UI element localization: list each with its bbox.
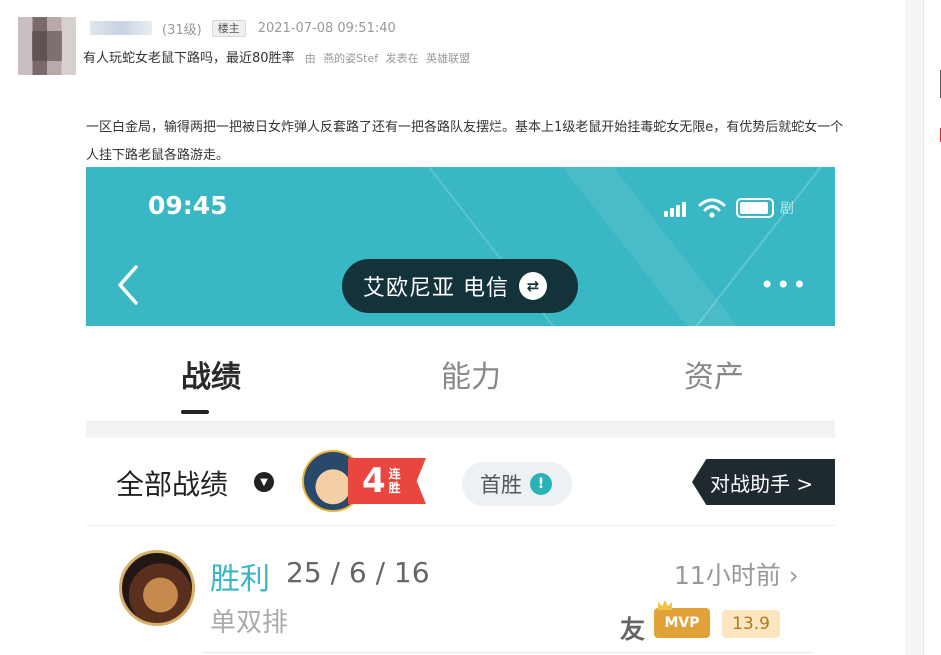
post-title[interactable]: 有人玩蛇女老鼠下路吗，最近80胜率 bbox=[83, 51, 295, 66]
forum-link[interactable]: 英雄联盟 bbox=[426, 52, 470, 65]
match-result: 胜利 bbox=[210, 562, 270, 597]
swap-icon: ⇄ bbox=[519, 272, 547, 300]
friend-tag: 友 bbox=[620, 615, 646, 644]
tab-active-indicator bbox=[181, 410, 209, 414]
avatar[interactable] bbox=[18, 17, 76, 75]
username-blurred[interactable] bbox=[90, 21, 152, 35]
champion-avatar bbox=[119, 550, 195, 626]
user-level: (31级) bbox=[162, 22, 202, 38]
chevron-left-icon[interactable] bbox=[114, 263, 144, 307]
op-badge: 楼主 bbox=[211, 19, 246, 37]
watermark-text: 剧 bbox=[780, 201, 794, 217]
first-win-label: 首胜 bbox=[480, 473, 522, 497]
streak-number: 4 bbox=[362, 461, 386, 501]
chevron-down-icon[interactable]: ▼ bbox=[254, 472, 274, 492]
mvp-badge: MVP bbox=[654, 608, 710, 638]
match-score: 13.9 bbox=[722, 610, 780, 638]
status-icons: 剧 bbox=[664, 197, 794, 219]
post-source: 由 燕的姿Stef 发表在 英雄联盟 bbox=[305, 52, 474, 65]
post-title-row: 有人玩蛇女老鼠下路吗，最近80胜率 由 燕的姿Stef 发表在 英雄联盟 bbox=[83, 47, 474, 66]
header-decoration bbox=[551, 167, 781, 326]
filter-row: 全部战绩 ▼ 4 连胜 首胜 ! 对战助手 > bbox=[86, 438, 835, 526]
posted-in-label: 发表在 bbox=[385, 52, 419, 65]
post-body: 一区白金局，输得两把一把被日女炸弹人反套路了还有一把各路队友摆烂。基本上1级老鼠… bbox=[86, 120, 844, 163]
tab-bar: 战绩 能力 资产 bbox=[86, 326, 835, 422]
app-header: 09:45 剧 艾欧尼亚 电信 ⇄ ••• bbox=[86, 167, 835, 326]
row-divider bbox=[202, 652, 812, 653]
match-kda: 25 / 6 / 16 bbox=[286, 556, 430, 589]
battle-assistant-button[interactable]: 对战助手 > bbox=[692, 459, 835, 505]
more-icon[interactable]: ••• bbox=[760, 273, 808, 297]
embedded-screenshot: 09:45 剧 艾欧尼亚 电信 ⇄ ••• 战绩 能力 资产 全部战绩 ▼ 4 … bbox=[86, 167, 835, 655]
right-sidebar-edge bbox=[923, 0, 941, 655]
win-streak-badge: 4 连胜 bbox=[302, 450, 426, 512]
info-icon: ! bbox=[530, 473, 552, 495]
wifi-icon bbox=[698, 198, 726, 218]
status-clock: 09:45 bbox=[148, 191, 228, 220]
server-switcher[interactable]: 艾欧尼亚 电信 ⇄ bbox=[342, 259, 578, 313]
match-row[interactable]: 胜利 25 / 6 / 16 单双排 11小时前 › 友 MVP 13.9 bbox=[86, 526, 835, 655]
signal-icon bbox=[664, 199, 688, 217]
tab-assets[interactable]: 资产 bbox=[684, 352, 744, 396]
streak-flag: 4 连胜 bbox=[348, 458, 426, 504]
post-timestamp: 2021-07-08 09:51:40 bbox=[257, 20, 396, 36]
author-link[interactable]: 燕的姿Stef bbox=[323, 52, 378, 65]
post-card: (31级) 楼主 2021-07-08 09:51:40 有人玩蛇女老鼠下路吗，… bbox=[0, 0, 905, 655]
streak-text: 连胜 bbox=[388, 467, 401, 495]
tab-ability[interactable]: 能力 bbox=[441, 352, 501, 396]
section-gap bbox=[86, 422, 835, 438]
match-mode: 单双排 bbox=[210, 608, 289, 638]
post-meta: (31级) 楼主 2021-07-08 09:51:40 bbox=[90, 19, 396, 38]
server-name: 艾欧尼亚 电信 bbox=[363, 276, 509, 301]
first-win-button[interactable]: 首胜 ! bbox=[462, 462, 572, 506]
all-records-filter[interactable]: 全部战绩 bbox=[116, 463, 228, 503]
tab-records[interactable]: 战绩 bbox=[181, 352, 241, 396]
match-time-ago: 11小时前 › bbox=[674, 561, 799, 590]
battery-icon bbox=[736, 198, 774, 218]
page: (31级) 楼主 2021-07-08 09:51:40 有人玩蛇女老鼠下路吗，… bbox=[0, 0, 941, 655]
by-label: 由 bbox=[304, 52, 316, 65]
